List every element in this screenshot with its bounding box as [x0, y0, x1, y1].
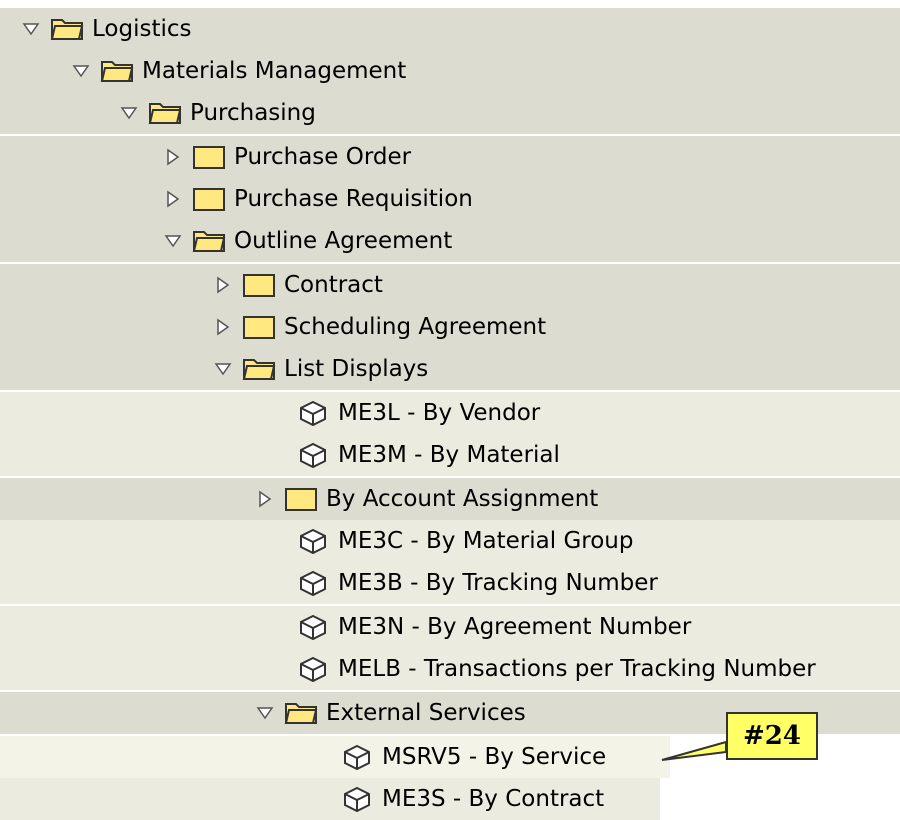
tree-transaction-row[interactable]: ME3L - By Vendor [0, 392, 900, 434]
tree-node-label[interactable]: Scheduling Agreement [284, 314, 546, 340]
tree-node-label[interactable]: External Services [326, 700, 526, 726]
tree-folder-row[interactable]: Materials Management [0, 50, 900, 92]
transaction-cube-icon [296, 528, 330, 555]
folder-open-icon [148, 100, 182, 126]
tree-node-label[interactable]: Purchase Order [234, 144, 411, 170]
tree-folder-row[interactable]: By Account Assignment [0, 478, 900, 520]
tree-folder-row[interactable]: Purchasing [0, 92, 900, 134]
tree-node-label[interactable]: MELB - Transactions per Tracking Number [338, 656, 816, 682]
folder-open-icon [50, 16, 84, 42]
tree-folder-row[interactable]: List Displays [0, 348, 900, 390]
folder-open-icon [192, 228, 226, 254]
tree-node-label[interactable]: Logistics [92, 16, 192, 42]
tree-folder-row[interactable]: Purchase Order [0, 136, 900, 178]
callout-badge: #24 [726, 712, 818, 760]
collapse-triangle-icon[interactable] [254, 702, 276, 724]
tree-transaction-row[interactable]: ME3C - By Material Group [0, 520, 900, 562]
row-background [0, 136, 900, 178]
transaction-cube-icon [296, 656, 330, 683]
tree-transaction-row[interactable]: ME3S - By Contract [0, 778, 900, 820]
row-background [0, 264, 900, 306]
tree-node-label[interactable]: Outline Agreement [234, 228, 452, 254]
transaction-cube-icon [296, 442, 330, 469]
expand-triangle-icon[interactable] [212, 316, 234, 338]
collapse-triangle-icon[interactable] [212, 358, 234, 380]
tree-transaction-row[interactable]: ME3B - By Tracking Number [0, 562, 900, 604]
callout-text: #24 [743, 721, 801, 751]
folder-icon [192, 186, 226, 212]
folder-icon [192, 144, 226, 170]
tree-node-label[interactable]: ME3B - By Tracking Number [338, 570, 658, 596]
transaction-cube-icon [340, 744, 374, 771]
tree-node-label[interactable]: ME3N - By Agreement Number [338, 614, 691, 640]
tree-node-label[interactable]: Purchase Requisition [234, 186, 473, 212]
tree-transaction-row[interactable]: MELB - Transactions per Tracking Number [0, 648, 900, 690]
folder-open-icon [100, 58, 134, 84]
row-background [0, 348, 900, 390]
tree-transaction-row[interactable]: ME3N - By Agreement Number [0, 606, 900, 648]
tree-node-label[interactable]: Purchasing [190, 100, 316, 126]
tree-folder-row[interactable]: Scheduling Agreement [0, 306, 900, 348]
transaction-cube-icon [296, 400, 330, 427]
collapse-triangle-icon[interactable] [118, 102, 140, 124]
folder-icon [242, 272, 276, 298]
expand-triangle-icon[interactable] [162, 146, 184, 168]
expand-triangle-icon[interactable] [254, 488, 276, 510]
folder-icon [242, 314, 276, 340]
transaction-cube-icon [296, 570, 330, 597]
tree-node-label[interactable]: ME3C - By Material Group [338, 528, 633, 554]
tree-transaction-row[interactable]: ME3M - By Material [0, 434, 900, 476]
tree-folder-row[interactable]: Purchase Requisition [0, 178, 900, 220]
folder-icon [284, 486, 318, 512]
tree-node-label[interactable]: Contract [284, 272, 383, 298]
tree-folder-row[interactable]: Outline Agreement [0, 220, 900, 262]
expand-triangle-icon[interactable] [212, 274, 234, 296]
folder-open-icon [284, 700, 318, 726]
collapse-triangle-icon[interactable] [162, 230, 184, 252]
collapse-triangle-icon[interactable] [70, 60, 92, 82]
transaction-cube-icon [340, 786, 374, 813]
expand-triangle-icon[interactable] [162, 188, 184, 210]
tree-node-label[interactable]: Materials Management [142, 58, 406, 84]
tree-node-label[interactable]: ME3M - By Material [338, 442, 560, 468]
tree-node-label[interactable]: MSRV5 - By Service [382, 744, 606, 770]
tree-folder-row[interactable]: Logistics [0, 8, 900, 50]
folder-open-icon [242, 356, 276, 382]
tree-node-label[interactable]: ME3S - By Contract [382, 786, 604, 812]
tree-node-label[interactable]: ME3L - By Vendor [338, 400, 540, 426]
tree-folder-row[interactable]: Contract [0, 264, 900, 306]
tree-node-label[interactable]: By Account Assignment [326, 486, 598, 512]
collapse-triangle-icon[interactable] [20, 18, 42, 40]
tree-node-label[interactable]: List Displays [284, 356, 428, 382]
transaction-cube-icon [296, 614, 330, 641]
